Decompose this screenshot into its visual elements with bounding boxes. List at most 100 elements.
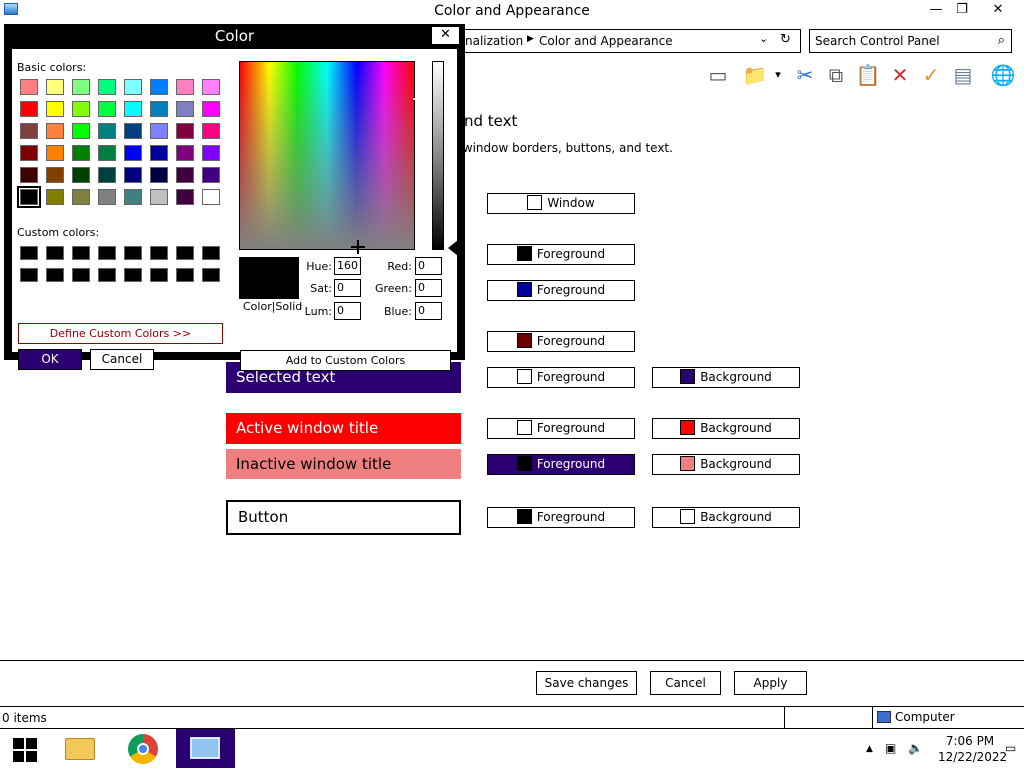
basic-color-swatch[interactable] — [46, 167, 64, 183]
close-button[interactable]: ✕ — [981, 0, 1015, 22]
maximize-button[interactable]: ❐ — [945, 0, 979, 22]
hue-input[interactable]: 160 — [334, 257, 361, 275]
basic-color-swatch[interactable] — [46, 145, 64, 161]
crosshair-icon[interactable] — [351, 240, 365, 254]
add-to-custom-colors-button[interactable]: Add to Custom Colors — [240, 350, 451, 371]
custom-color-swatch[interactable] — [98, 246, 116, 260]
fg3-color-button[interactable]: Foreground — [487, 331, 635, 352]
copy-icon[interactable]: ⧉ — [823, 62, 849, 88]
breadcrumb-personalization[interactable]: nalization — [465, 34, 523, 48]
luminosity-slider[interactable] — [432, 61, 444, 250]
basic-color-swatch[interactable] — [72, 189, 90, 205]
basic-color-swatch[interactable] — [202, 101, 220, 117]
properties-icon[interactable]: ▤ — [950, 62, 976, 88]
basic-color-swatch[interactable] — [124, 167, 142, 183]
basic-color-swatch[interactable] — [72, 167, 90, 183]
basic-color-swatch[interactable] — [150, 101, 168, 117]
button-bg-button[interactable]: Background — [652, 507, 800, 528]
basic-color-swatch[interactable] — [20, 167, 38, 183]
ok-button[interactable]: OK — [18, 349, 82, 370]
paste-icon[interactable]: 📋 — [855, 62, 881, 88]
basic-color-swatch[interactable] — [176, 79, 194, 95]
refresh-icon[interactable]: ↻ — [780, 32, 791, 47]
basic-color-swatch[interactable] — [202, 79, 220, 95]
basic-color-swatch[interactable] — [20, 123, 38, 139]
search-input[interactable] — [815, 33, 985, 49]
basic-color-swatch[interactable] — [46, 189, 64, 205]
basic-color-swatch[interactable] — [176, 145, 194, 161]
custom-color-swatch[interactable] — [124, 246, 142, 260]
basic-color-swatch[interactable] — [150, 145, 168, 161]
custom-color-swatch[interactable] — [150, 268, 168, 282]
check-icon[interactable]: ✓ — [918, 62, 944, 88]
basic-color-swatch[interactable] — [98, 145, 116, 161]
basic-color-swatch[interactable] — [98, 101, 116, 117]
search-box[interactable]: ⌕ — [809, 29, 1012, 53]
file-explorer-button[interactable] — [53, 729, 111, 768]
basic-color-swatch[interactable] — [124, 189, 142, 205]
basic-color-swatch[interactable] — [46, 101, 64, 117]
save-changes-button[interactable]: Save changes — [536, 671, 637, 695]
basic-color-swatch[interactable] — [176, 167, 194, 183]
custom-color-swatch[interactable] — [72, 268, 90, 282]
custom-color-swatch[interactable] — [20, 268, 38, 282]
dialog-cancel-button[interactable]: Cancel — [90, 349, 154, 370]
red-input[interactable]: 0 — [415, 257, 442, 275]
basic-color-swatch[interactable] — [17, 186, 41, 208]
basic-color-swatch[interactable] — [46, 123, 64, 139]
basic-color-swatch[interactable] — [20, 101, 38, 117]
basic-color-swatch[interactable] — [176, 189, 194, 205]
custom-color-swatch[interactable] — [176, 268, 194, 282]
custom-color-swatch[interactable] — [124, 268, 142, 282]
selected-fg-button[interactable]: Foreground — [487, 367, 635, 388]
window-color-button[interactable]: Window — [487, 193, 635, 214]
fg2-color-button[interactable]: Foreground — [487, 280, 635, 301]
breadcrumb-color-appearance[interactable]: Color and Appearance — [539, 34, 673, 48]
clock[interactable]: 7:06 PM 12/22/2022 — [938, 733, 1007, 765]
basic-color-swatch[interactable] — [150, 167, 168, 183]
basic-color-swatch[interactable] — [124, 145, 142, 161]
define-custom-colors-button[interactable]: Define Custom Colors >> — [18, 323, 223, 344]
volume-icon[interactable]: 🔈 — [908, 741, 923, 755]
basic-color-swatch[interactable] — [202, 189, 220, 205]
basic-color-swatch[interactable] — [72, 79, 90, 95]
basic-color-swatch[interactable] — [98, 167, 116, 183]
delete-icon[interactable]: ✕ — [887, 62, 913, 88]
start-button[interactable] — [0, 729, 58, 768]
panel-icon[interactable]: ▭ — [705, 62, 731, 88]
blue-input[interactable]: 0 — [415, 302, 442, 320]
address-bar[interactable]: nalization ▶ Color and Appearance ⌄ ↻ — [458, 29, 801, 53]
notifications-icon[interactable]: ▭ — [1005, 741, 1016, 755]
custom-color-swatch[interactable] — [98, 268, 116, 282]
fg1-color-button[interactable]: Foreground — [487, 244, 635, 265]
basic-color-swatch[interactable] — [202, 145, 220, 161]
folder-check-icon[interactable]: 📁 — [742, 62, 768, 88]
button-fg-button[interactable]: Foreground — [487, 507, 635, 528]
green-input[interactable]: 0 — [415, 279, 442, 297]
globe-icon[interactable]: 🌐 — [990, 62, 1016, 88]
chrome-button[interactable] — [114, 729, 172, 768]
inactive-bg-button[interactable]: Background — [652, 454, 800, 475]
basic-color-swatch[interactable] — [98, 123, 116, 139]
basic-color-swatch[interactable] — [150, 79, 168, 95]
basic-color-swatch[interactable] — [72, 101, 90, 117]
network-icon[interactable]: ▣ — [885, 741, 896, 755]
control-panel-taskbar-button[interactable] — [176, 729, 235, 768]
custom-color-swatch[interactable] — [150, 246, 168, 260]
basic-color-swatch[interactable] — [72, 123, 90, 139]
basic-color-swatch[interactable] — [176, 101, 194, 117]
apply-button[interactable]: Apply — [734, 671, 807, 695]
breadcrumb-separator-icon[interactable]: ▶ — [527, 34, 534, 44]
active-bg-button[interactable]: Background — [652, 418, 800, 439]
basic-color-swatch[interactable] — [202, 123, 220, 139]
basic-color-swatch[interactable] — [20, 145, 38, 161]
custom-color-swatch[interactable] — [46, 246, 64, 260]
address-dropdown-icon[interactable]: ⌄ — [759, 32, 768, 45]
luminosity-arrow-icon[interactable] — [448, 240, 458, 256]
basic-color-swatch[interactable] — [20, 79, 38, 95]
basic-color-swatch[interactable] — [98, 189, 116, 205]
color-spectrum[interactable] — [239, 61, 416, 254]
basic-color-swatch[interactable] — [124, 123, 142, 139]
custom-color-swatch[interactable] — [46, 268, 64, 282]
cancel-button[interactable]: Cancel — [650, 671, 721, 695]
